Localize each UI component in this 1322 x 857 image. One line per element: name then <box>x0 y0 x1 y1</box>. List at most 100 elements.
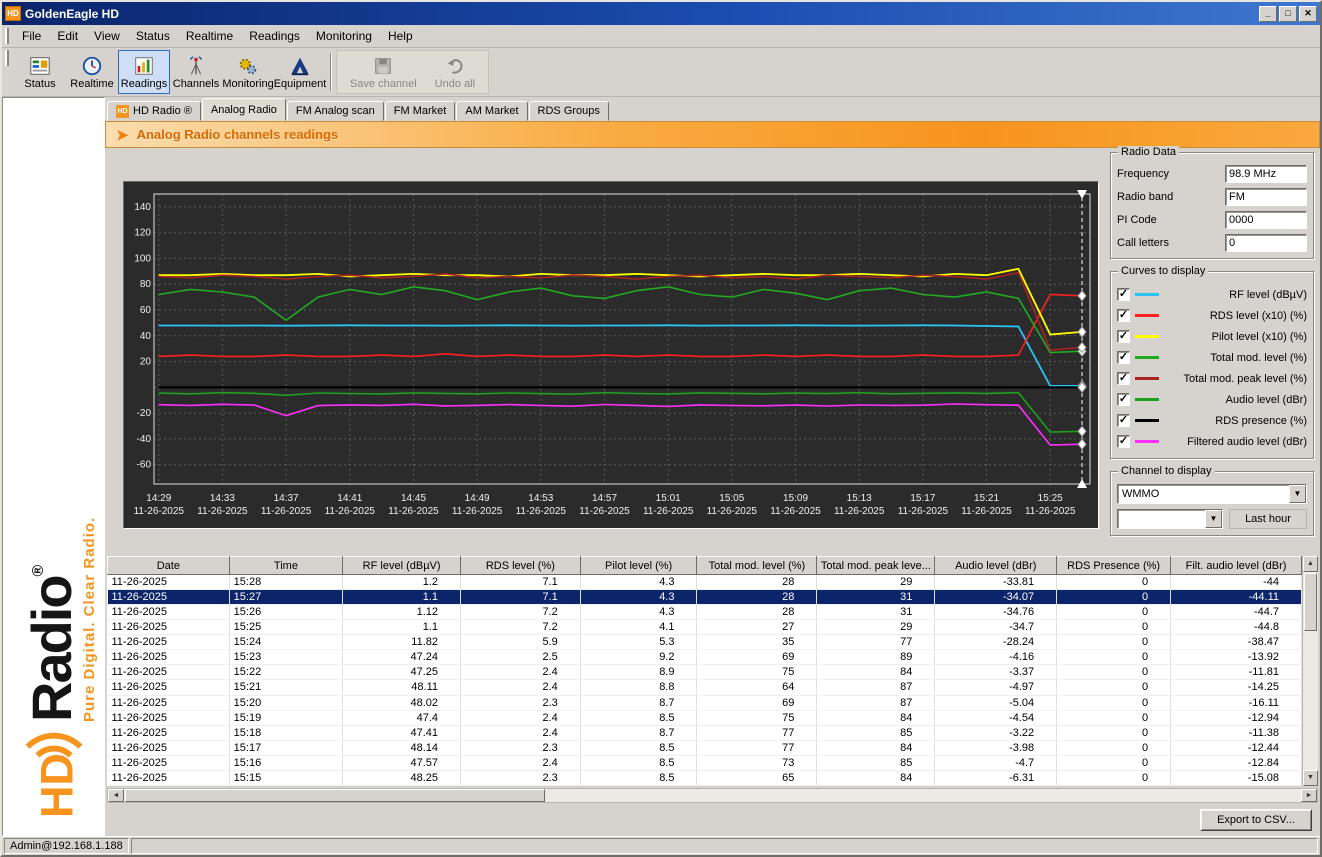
realtime-button[interactable]: Realtime <box>66 50 118 94</box>
channel-select[interactable]: WMMO ▼ <box>1117 484 1307 504</box>
scrollbar-thumb[interactable] <box>1304 573 1317 631</box>
period-select[interactable]: ▼ <box>1117 509 1223 529</box>
table-row[interactable]: 11-26-202515:2247.252.48.97584-3.370-11.… <box>108 665 1302 680</box>
tab-fm-analog-scan[interactable]: FM Analog scan <box>287 101 384 121</box>
scroll-down-icon[interactable]: ▼ <box>1303 770 1318 786</box>
frequency-field[interactable]: 98.9 MHz <box>1225 165 1307 183</box>
curve-checkbox[interactable]: ✓ <box>1117 414 1130 427</box>
radio-band-label: Radio band <box>1117 191 1173 203</box>
column-header[interactable]: Time <box>229 557 343 575</box>
last-hour-button[interactable]: Last hour <box>1229 509 1307 529</box>
readings-chart[interactable]: 14:2911-26-202514:3311-26-202514:3711-26… <box>123 181 1099 529</box>
readings-button[interactable]: Readings <box>118 50 170 94</box>
horizontal-scrollbar[interactable]: ◄ ► <box>107 788 1318 803</box>
menu-status[interactable]: Status <box>128 26 178 46</box>
curve-checkbox[interactable]: ✓ <box>1117 372 1130 385</box>
column-header[interactable]: Date <box>108 557 230 575</box>
column-header[interactable]: Total mod. peak leve... <box>817 557 935 575</box>
maximize-button[interactable]: □ <box>1279 6 1297 22</box>
close-button[interactable]: ✕ <box>1299 6 1317 22</box>
table-row[interactable]: 11-26-202515:281.27.14.32829-33.810-44 <box>108 575 1302 590</box>
table-row[interactable]: 11-26-202515:251.17.24.12729-34.70-44.8 <box>108 620 1302 635</box>
monitoring-button[interactable]: Monitoring <box>222 50 274 94</box>
table-row[interactable]: 11-26-202515:2048.022.38.76987-5.040-16.… <box>108 695 1302 710</box>
chevron-down-icon[interactable]: ▼ <box>1289 485 1306 503</box>
table-row[interactable]: 11-26-202515:1947.42.48.57584-4.540-12.9… <box>108 710 1302 725</box>
tab-label: RDS Groups <box>538 105 600 117</box>
call-letters-label: Call letters <box>1117 237 1169 249</box>
column-header[interactable]: Audio level (dBr) <box>935 557 1057 575</box>
menu-readings[interactable]: Readings <box>241 26 308 46</box>
tab-analog-radio[interactable]: Analog Radio <box>202 98 286 121</box>
svg-text:80: 80 <box>140 279 152 290</box>
pi-code-field[interactable]: 0000 <box>1225 211 1307 229</box>
scroll-up-icon[interactable]: ▲ <box>1303 556 1318 572</box>
column-header[interactable]: Pilot level (%) <box>580 557 697 575</box>
curve-checkbox[interactable]: ✓ <box>1117 393 1130 406</box>
scrollbar-thumb[interactable] <box>125 789 545 802</box>
curve-checkbox[interactable]: ✓ <box>1117 435 1130 448</box>
right-panel: Radio Data Frequency 98.9 MHz Radio band… <box>1110 152 1314 536</box>
menu-edit[interactable]: Edit <box>49 26 86 46</box>
tab-am-market[interactable]: AM Market <box>456 101 527 121</box>
table-row[interactable]: 11-26-202515:261.127.24.32831-34.760-44.… <box>108 605 1302 620</box>
table-cell: 15:20 <box>229 695 343 710</box>
equipment-button[interactable]: Equipment <box>274 50 326 94</box>
vertical-scrollbar[interactable]: ▲ ▼ <box>1302 556 1318 786</box>
table-row[interactable]: 11-26-202515:1748.142.38.57784-3.980-12.… <box>108 740 1302 755</box>
status-button[interactable]: Status <box>14 50 66 94</box>
minimize-button[interactable]: _ <box>1259 6 1277 22</box>
toolbar-grip[interactable] <box>5 28 9 44</box>
table-cell: 15:23 <box>229 650 343 665</box>
column-header[interactable]: RDS Presence (%) <box>1057 557 1171 575</box>
table-cell: 31 <box>817 605 935 620</box>
menu-view[interactable]: View <box>86 26 128 46</box>
export-csv-button[interactable]: Export to CSV... <box>1200 809 1312 831</box>
table-cell: 0 <box>1057 680 1171 695</box>
curve-checkbox[interactable]: ✓ <box>1117 309 1130 322</box>
table-row[interactable]: 11-26-202515:2347.242.59.26989-4.160-13.… <box>108 650 1302 665</box>
tab-rds-groups[interactable]: RDS Groups <box>529 101 609 121</box>
call-letters-field[interactable]: 0 <box>1225 234 1307 252</box>
menu-help[interactable]: Help <box>380 26 421 46</box>
readings-icon <box>133 55 155 77</box>
table-row[interactable]: 11-26-202515:271.17.14.32831-34.070-44.1… <box>108 590 1302 605</box>
chevron-down-icon[interactable]: ▼ <box>1205 510 1222 528</box>
tab-fm-market[interactable]: FM Market <box>385 101 456 121</box>
tab-hd-radio[interactable]: HD HD Radio ® <box>107 101 201 121</box>
brand-tagline: Pure Digital. Clear Radio. <box>81 517 98 722</box>
svg-text:14:33: 14:33 <box>210 493 235 504</box>
column-header[interactable]: Filt. audio level (dBr) <box>1171 557 1302 575</box>
radio-band-field[interactable]: FM <box>1225 188 1307 206</box>
table-cell: -34.07 <box>935 590 1057 605</box>
curve-checkbox[interactable]: ✓ <box>1117 288 1130 301</box>
table-cell: -5.04 <box>935 695 1057 710</box>
scroll-right-icon[interactable]: ► <box>1301 789 1317 802</box>
undo-all-button[interactable]: Undo all <box>426 51 484 93</box>
table-cell: 15:26 <box>229 605 343 620</box>
main-toolbar: Status Realtime Readings Channels Monito… <box>2 48 1320 97</box>
curve-checkbox[interactable]: ✓ <box>1117 351 1130 364</box>
channels-button[interactable]: Channels <box>170 50 222 94</box>
scroll-left-icon[interactable]: ◄ <box>108 789 124 802</box>
svg-text:11-26-2025: 11-26-2025 <box>1025 506 1076 517</box>
table-row[interactable]: 11-26-202515:1847.412.48.77785-3.220-11.… <box>108 725 1302 740</box>
menu-monitoring[interactable]: Monitoring <box>308 26 380 46</box>
table-row[interactable]: 11-26-202515:2411.825.95.33577-28.240-38… <box>108 635 1302 650</box>
table-row[interactable]: 11-26-202515:2148.112.48.86487-4.970-14.… <box>108 680 1302 695</box>
toolbar-grip[interactable] <box>5 50 9 66</box>
column-header[interactable]: Total mod. level (%) <box>697 557 817 575</box>
table-row[interactable]: 11-26-202515:1548.252.38.56584-6.310-15.… <box>108 770 1302 785</box>
curve-checkbox[interactable]: ✓ <box>1117 330 1130 343</box>
title-bar[interactable]: HD GoldenEagle HD _ □ ✕ <box>2 2 1320 25</box>
table-cell: -13.92 <box>1171 650 1302 665</box>
save-channel-button[interactable]: Save channel <box>341 51 426 93</box>
table-row[interactable]: 11-26-202515:1647.572.48.57385-4.70-12.8… <box>108 755 1302 770</box>
menu-realtime[interactable]: Realtime <box>178 26 241 46</box>
column-header[interactable]: RDS level (%) <box>461 557 581 575</box>
table-cell: 75 <box>697 665 817 680</box>
svg-text:15:05: 15:05 <box>719 493 744 504</box>
table-cell: 47.24 <box>343 650 461 665</box>
menu-file[interactable]: File <box>14 26 49 46</box>
column-header[interactable]: RF level (dBµV) <box>343 557 461 575</box>
